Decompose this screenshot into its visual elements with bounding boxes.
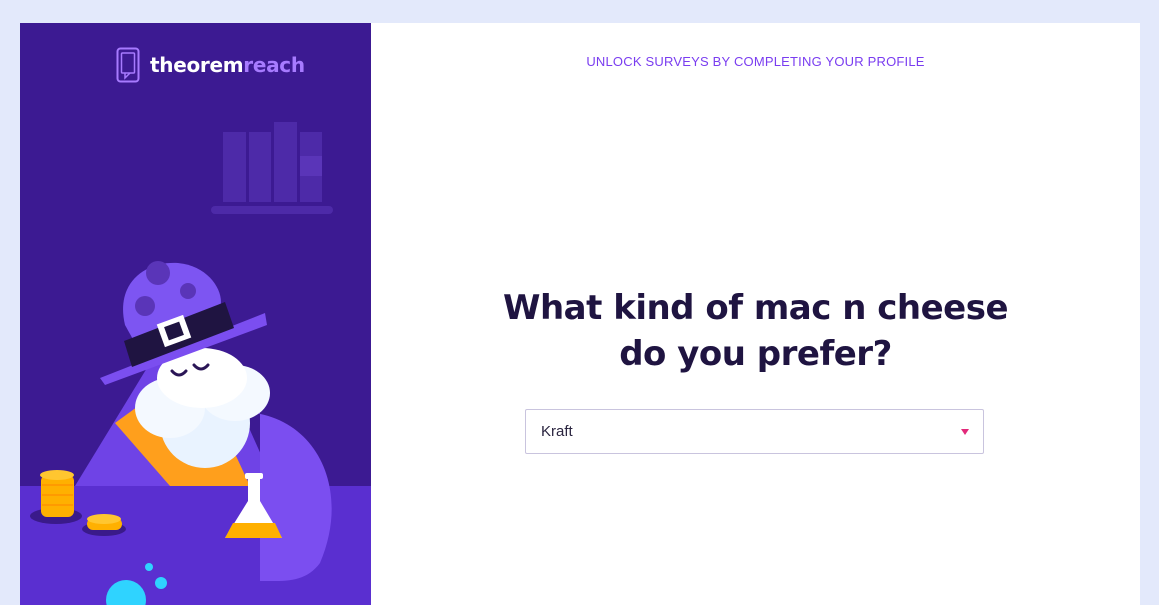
answer-select-value: Kraft [541,423,573,440]
question-panel: UNLOCK SURVEYS BY COMPLETING YOUR PROFIL… [371,23,1140,605]
illustration-panel: theoremreach [20,23,371,605]
question-title: What kind of mac n cheese do you prefer? [371,285,1140,377]
survey-card: theoremreach UNLOCK SURVEYS BY COMPLETIN… [20,23,1140,605]
brand-logo: theoremreach [116,47,305,83]
phone-chat-icon [116,47,140,83]
profile-banner: UNLOCK SURVEYS BY COMPLETING YOUR PROFIL… [586,54,925,69]
brand-name: theoremreach [150,53,305,77]
question-line-2: do you prefer? [619,334,892,374]
brand-name-part1: theorem [150,53,244,77]
question-line-1: What kind of mac n cheese [502,288,1009,328]
answer-select[interactable]: Kraft [525,409,984,454]
brand-name-part2: reach [243,53,305,77]
bookshelf-icon [211,122,333,214]
wizard-illustration [20,122,371,605]
caret-down-icon [961,429,969,435]
